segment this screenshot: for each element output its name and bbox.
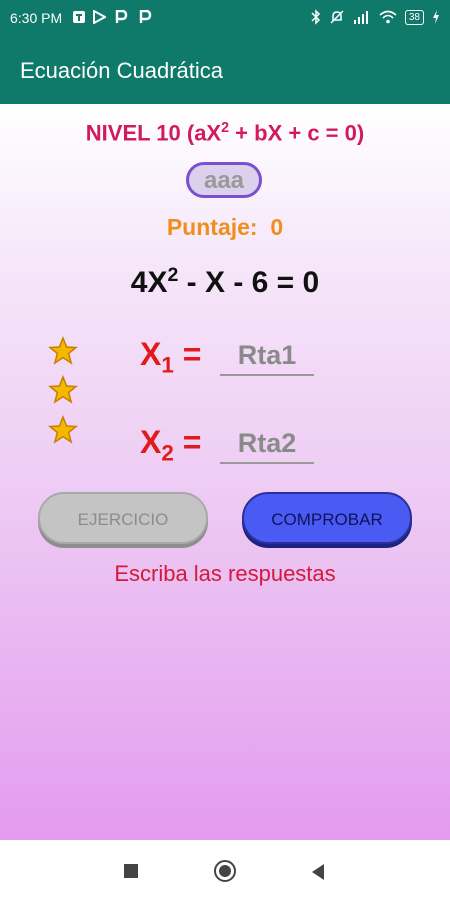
status-icons: 38 [311, 9, 440, 25]
equation-display: 4X2 - X - 6 = 0 [130, 264, 320, 299]
play-store-icon [92, 9, 108, 25]
status-time: 6:30 PM [10, 10, 63, 26]
x1-answer-input[interactable] [220, 336, 314, 376]
app-bar: Ecuación Cuadrática [0, 36, 450, 104]
home-icon[interactable] [214, 860, 236, 882]
parking-icon [114, 9, 128, 24]
x1-label: X1 = [140, 336, 202, 378]
score-label: Puntaje: [166, 214, 258, 240]
x2-label: X2 = [140, 424, 202, 466]
score-display: Puntaje: 0 [0, 214, 450, 241]
bluetooth-icon [311, 9, 320, 25]
navigation-bar [0, 840, 450, 900]
star-icon [48, 415, 78, 444]
parking-icon [138, 9, 152, 24]
silent-icon [330, 10, 344, 24]
battery-icon: 38 [404, 9, 424, 25]
score-value: 0 [270, 214, 284, 240]
exercise-button[interactable]: EJERCICIO [38, 492, 208, 544]
charging-icon [433, 10, 439, 24]
instruction-message: Escriba las respuestas [114, 561, 336, 586]
check-button[interactable]: COMPROBAR [242, 492, 412, 544]
level-title: NIVEL 10 (aX2 + bX + c = 0) [85, 120, 365, 146]
wifi-icon [379, 10, 397, 24]
star-icon [48, 336, 78, 365]
user-name-badge[interactable]: aaa [186, 162, 262, 198]
status-bar: 6:30 PM 38 [0, 0, 450, 36]
x2-answer-input[interactable] [220, 424, 314, 464]
signal-icon [353, 11, 368, 24]
notification-icon [72, 10, 86, 24]
star-icon [48, 375, 78, 404]
app-title: Ecuación Cuadrática [20, 58, 224, 83]
main-content: NIVEL 10 (aX2 + bX + c = 0) aaa Puntaje:… [0, 104, 450, 840]
back-icon[interactable] [312, 864, 324, 880]
recent-apps-icon[interactable] [124, 864, 138, 878]
